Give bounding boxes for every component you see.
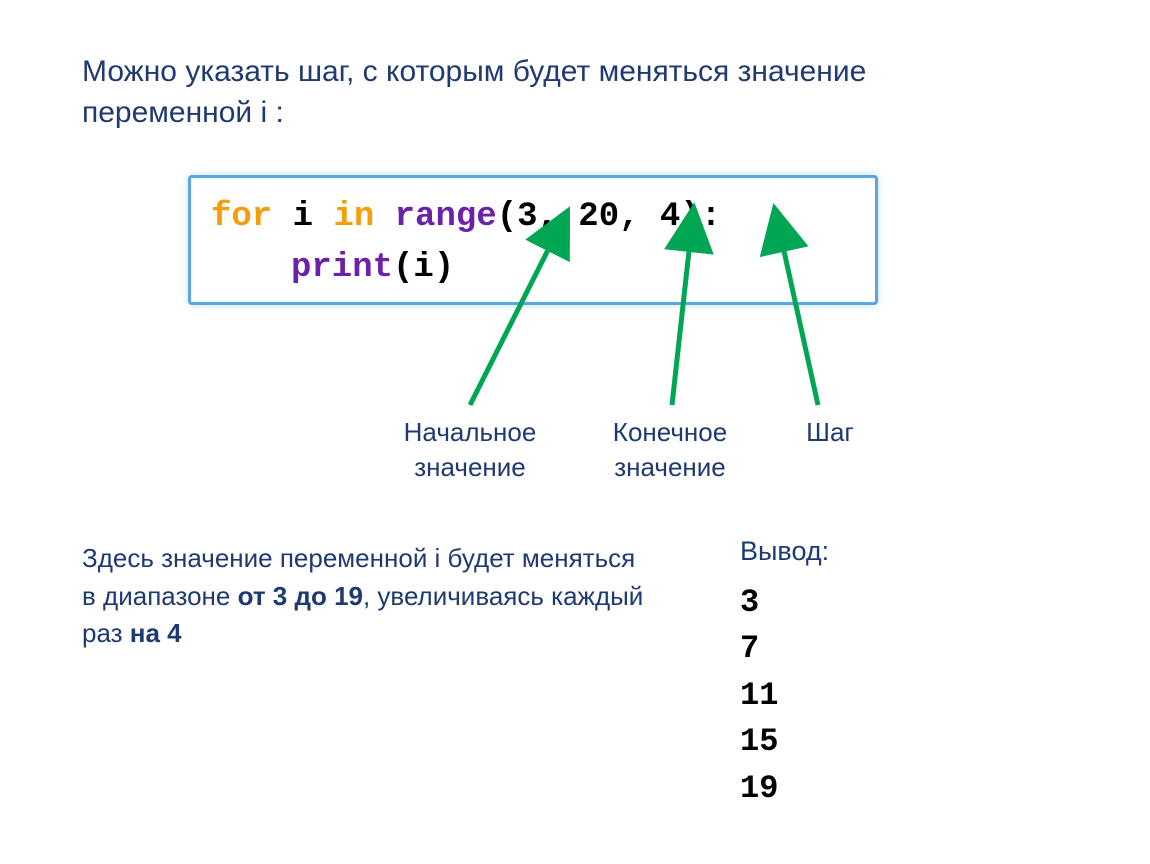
arrow-label-step: Шаг bbox=[790, 415, 870, 450]
output-lines: 3 7 11 15 19 bbox=[740, 580, 778, 812]
slide: Можно указать шаг, с которым будет менят… bbox=[0, 0, 1150, 864]
output-label: Вывод: bbox=[740, 536, 829, 567]
output-line: 19 bbox=[740, 766, 778, 812]
expl-step-bold: на 4 bbox=[130, 618, 182, 648]
output-line: 15 bbox=[740, 719, 778, 765]
output-line: 11 bbox=[740, 673, 778, 719]
output-line: 7 bbox=[740, 626, 778, 672]
explanation-text: Здесь значение переменной i будет менять… bbox=[82, 540, 652, 653]
output-line: 3 bbox=[740, 580, 778, 626]
expl-range-bold: от 3 до 19 bbox=[238, 581, 363, 611]
arrows-svg bbox=[0, 0, 1150, 864]
arrow-label-end: Конечное значение bbox=[590, 415, 750, 485]
arrow-label-start: Начальное значение bbox=[380, 415, 560, 485]
